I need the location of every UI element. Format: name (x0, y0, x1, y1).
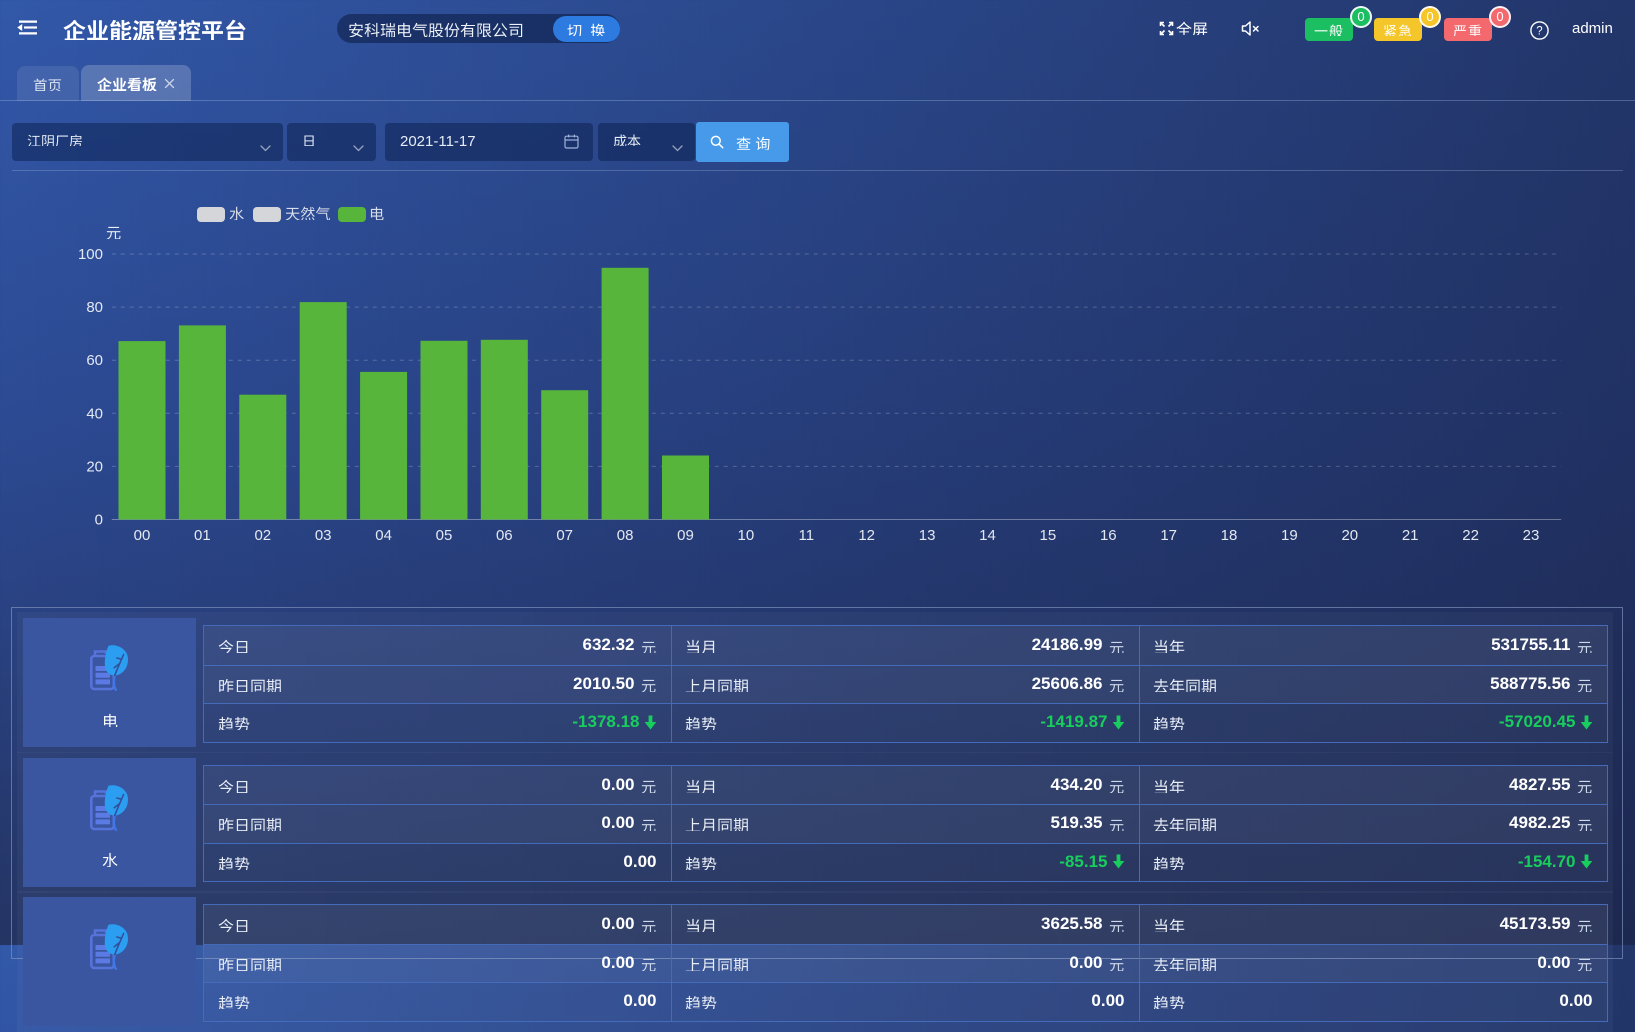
svg-text:19: 19 (1281, 527, 1298, 544)
svg-text:14: 14 (979, 527, 996, 544)
svg-text:07: 07 (556, 527, 573, 544)
svg-text:17: 17 (1160, 527, 1177, 544)
svg-text:21: 21 (1402, 527, 1419, 544)
svg-text:03: 03 (315, 527, 332, 544)
svg-text:09: 09 (677, 527, 694, 544)
svg-text:08: 08 (617, 527, 634, 544)
svg-text:05: 05 (436, 527, 453, 544)
svg-text:12: 12 (858, 527, 875, 544)
svg-text:06: 06 (496, 527, 513, 544)
svg-text:11: 11 (799, 527, 815, 544)
svg-text:22: 22 (1462, 527, 1479, 544)
svg-text:80: 80 (86, 299, 103, 316)
svg-text:100: 100 (78, 246, 103, 263)
svg-text:0: 0 (95, 512, 103, 529)
svg-text:15: 15 (1040, 527, 1057, 544)
svg-text:16: 16 (1100, 527, 1117, 544)
svg-text:13: 13 (919, 527, 936, 544)
svg-text:00: 00 (134, 527, 151, 544)
svg-text:23: 23 (1523, 527, 1540, 544)
svg-text:60: 60 (86, 352, 103, 369)
svg-text:01: 01 (194, 527, 211, 544)
svg-text:02: 02 (254, 527, 271, 544)
svg-text:04: 04 (375, 527, 392, 544)
svg-text:20: 20 (1341, 527, 1358, 544)
svg-text:18: 18 (1221, 527, 1238, 544)
svg-text:10: 10 (738, 527, 755, 544)
svg-text:20: 20 (86, 458, 103, 475)
svg-text:40: 40 (86, 405, 103, 422)
